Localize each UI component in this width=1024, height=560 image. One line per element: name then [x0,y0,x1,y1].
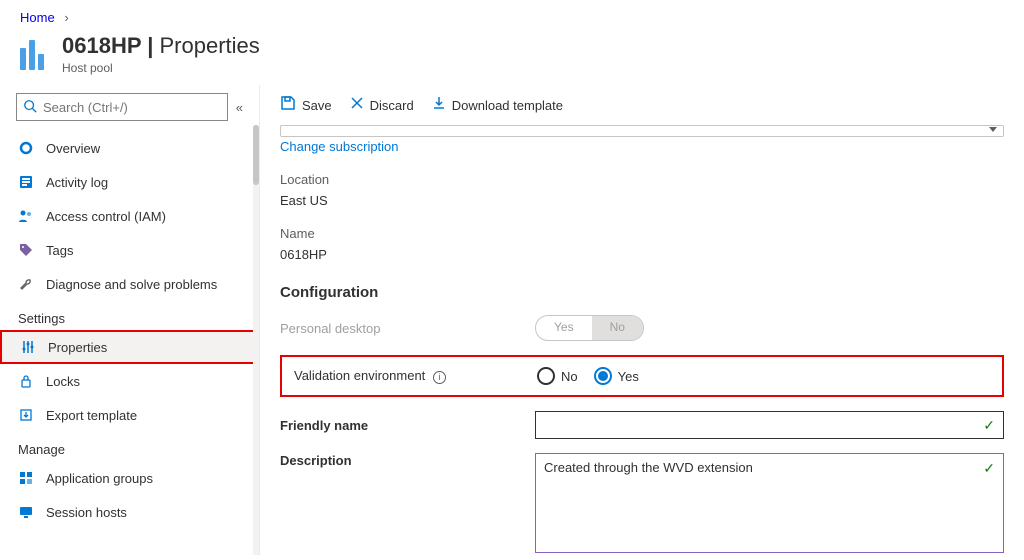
export-icon [18,408,34,422]
sidebar-item-label: Overview [46,141,100,156]
validation-yes-radio[interactable]: Yes [594,367,639,385]
sidebar-item-label: Session hosts [46,505,127,520]
sidebar-item-label: Locks [46,374,80,389]
tag-icon [18,243,34,257]
main-panel: Save Discard Download template Change su… [260,85,1024,555]
radio-icon [594,367,612,385]
sidebar-item-iam[interactable]: Access control (IAM) [0,199,259,233]
toggle-no: No [592,316,643,340]
chevron-right-icon: › [64,10,68,25]
sidebar-item-label: Access control (IAM) [46,209,166,224]
sidebar-item-export-template[interactable]: Export template [0,398,259,432]
personal-desktop-toggle: Yes No [535,315,644,341]
description-label: Description [280,453,535,468]
friendly-name-row: Friendly name ✓ [280,411,1004,439]
sidebar-item-label: Tags [46,243,73,258]
sidebar-group-manage: Manage [0,432,259,461]
sidebar-group-settings: Settings [0,301,259,330]
radio-icon [537,367,555,385]
search-icon [23,99,37,116]
search-input[interactable] [43,100,221,115]
toggle-yes: Yes [536,316,592,340]
configuration-header: Configuration [280,284,1004,301]
location-label: Location [280,172,1004,187]
sidebar-item-label: Application groups [46,471,153,486]
location-value: East US [280,193,1004,208]
page-title: 0618HP | Properties [62,33,260,59]
collapse-sidebar-button[interactable]: « [236,100,243,115]
sidebar: « Overview Activity log Access control (… [0,85,260,555]
sidebar-item-label: Properties [48,340,107,355]
name-label: Name [280,226,1004,241]
people-icon [18,209,34,223]
toolbar: Save Discard Download template [260,85,1024,125]
validation-environment-row: Validation environment i No Yes [280,355,1004,397]
sliders-icon [20,340,36,354]
friendly-name-label: Friendly name [280,418,535,433]
description-textarea[interactable]: Created through the WVD extension ✓ [535,453,1004,553]
monitor-icon [18,505,34,519]
sidebar-item-overview[interactable]: Overview [0,131,259,165]
sidebar-item-diagnose[interactable]: Diagnose and solve problems [0,267,259,301]
download-icon [432,96,446,114]
personal-desktop-row: Personal desktop Yes No [280,315,1004,341]
overview-icon [18,141,34,155]
sidebar-item-label: Activity log [46,175,108,190]
sidebar-scrollbar-track [253,125,259,555]
close-icon [350,96,364,114]
wrench-icon [18,277,34,291]
sidebar-item-label: Diagnose and solve problems [46,277,217,292]
sidebar-item-label: Export template [46,408,137,423]
breadcrumb-home[interactable]: Home [20,10,55,25]
change-subscription-link[interactable]: Change subscription [280,139,399,154]
resource-type: Host pool [62,61,260,75]
check-icon: ✓ [983,417,995,434]
activity-log-icon [18,175,34,189]
sidebar-item-activity-log[interactable]: Activity log [0,165,259,199]
sidebar-item-tags[interactable]: Tags [0,233,259,267]
validation-environment-label: Validation environment i [294,368,537,384]
sidebar-search[interactable] [16,93,228,121]
check-icon: ✓ [983,460,995,477]
personal-desktop-label: Personal desktop [280,321,535,336]
download-template-button[interactable]: Download template [432,96,563,114]
sidebar-item-locks[interactable]: Locks [0,364,259,398]
breadcrumb: Home › [0,0,1024,29]
save-button[interactable]: Save [280,95,332,115]
friendly-name-input[interactable]: ✓ [535,411,1004,439]
hostpool-icon [20,38,52,70]
validation-no-radio[interactable]: No [537,367,578,385]
sidebar-item-session-hosts[interactable]: Session hosts [0,495,259,529]
page-header: 0618HP | Properties Host pool [0,29,1024,85]
description-row: Description Created through the WVD exte… [280,453,1004,553]
lock-icon [18,374,34,388]
save-icon [280,95,296,115]
app-groups-icon [18,471,34,485]
name-value: 0618HP [280,247,1004,262]
discard-button[interactable]: Discard [350,96,414,114]
sidebar-item-application-groups[interactable]: Application groups [0,461,259,495]
sidebar-scrollbar-thumb[interactable] [253,125,259,185]
subscription-dropdown[interactable] [280,125,1004,137]
info-icon[interactable]: i [433,371,446,384]
sidebar-item-properties[interactable]: Properties [0,330,259,364]
